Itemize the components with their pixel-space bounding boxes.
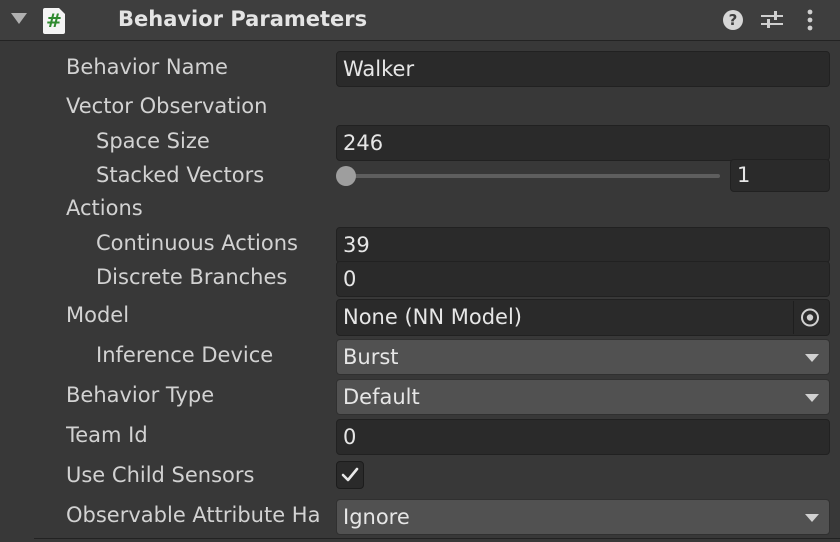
presets-icon[interactable] [760, 9, 784, 31]
use-child-sensors-checkbox[interactable] [336, 461, 364, 489]
model-object-field[interactable]: None (NN Model) [336, 299, 830, 336]
dropdown-arrow-icon [805, 354, 819, 362]
continuous-actions-label: Continuous Actions [96, 231, 298, 255]
stacked-vectors-slider-thumb[interactable] [336, 166, 356, 186]
object-picker-icon[interactable] [793, 301, 827, 334]
stacked-vectors-input[interactable]: 1 [730, 159, 830, 192]
dropdown-arrow-icon [805, 394, 819, 402]
space-size-label: Space Size [96, 129, 210, 153]
behavior-type-value: Default [343, 385, 420, 409]
component-title[interactable]: Behavior Parameters [118, 7, 367, 31]
more-menu-icon[interactable] [803, 9, 817, 31]
model-label: Model [66, 303, 130, 327]
checkmark-icon [341, 467, 359, 482]
inference-device-value: Burst [343, 345, 399, 369]
inference-device-label: Inference Device [96, 343, 274, 367]
behavior-name-input[interactable]: Walker [336, 51, 830, 87]
team-id-label: Team Id [66, 423, 148, 447]
continuous-actions-input[interactable]: 39 [336, 227, 830, 263]
behavior-type-label: Behavior Type [66, 383, 215, 407]
behavior-name-label: Behavior Name [66, 55, 228, 79]
dropdown-arrow-icon [805, 514, 819, 522]
observable-attribute-label: Observable Attribute Ha [66, 503, 321, 527]
component-header: # Behavior Parameters ? [0, 0, 840, 41]
inference-device-dropdown[interactable]: Burst [336, 339, 830, 375]
stacked-vectors-slider-track[interactable] [346, 174, 720, 178]
script-icon: # [43, 8, 65, 34]
actions-label[interactable]: Actions [66, 196, 143, 220]
space-size-input[interactable]: 246 [336, 125, 830, 161]
use-child-sensors-label: Use Child Sensors [66, 463, 255, 487]
vector-observation-label[interactable]: Vector Observation [66, 94, 267, 118]
team-id-input[interactable]: 0 [336, 419, 830, 455]
discrete-branches-label: Discrete Branches [96, 265, 288, 289]
observable-attribute-value: Ignore [343, 505, 410, 529]
help-icon[interactable]: ? [723, 10, 743, 30]
stacked-vectors-label: Stacked Vectors [96, 163, 265, 187]
behavior-type-dropdown[interactable]: Default [336, 379, 830, 415]
discrete-branches-input[interactable]: 0 [336, 261, 830, 297]
observable-attribute-dropdown[interactable]: Ignore [336, 499, 830, 535]
foldout-arrow-icon[interactable] [11, 13, 27, 24]
divider [34, 538, 840, 539]
